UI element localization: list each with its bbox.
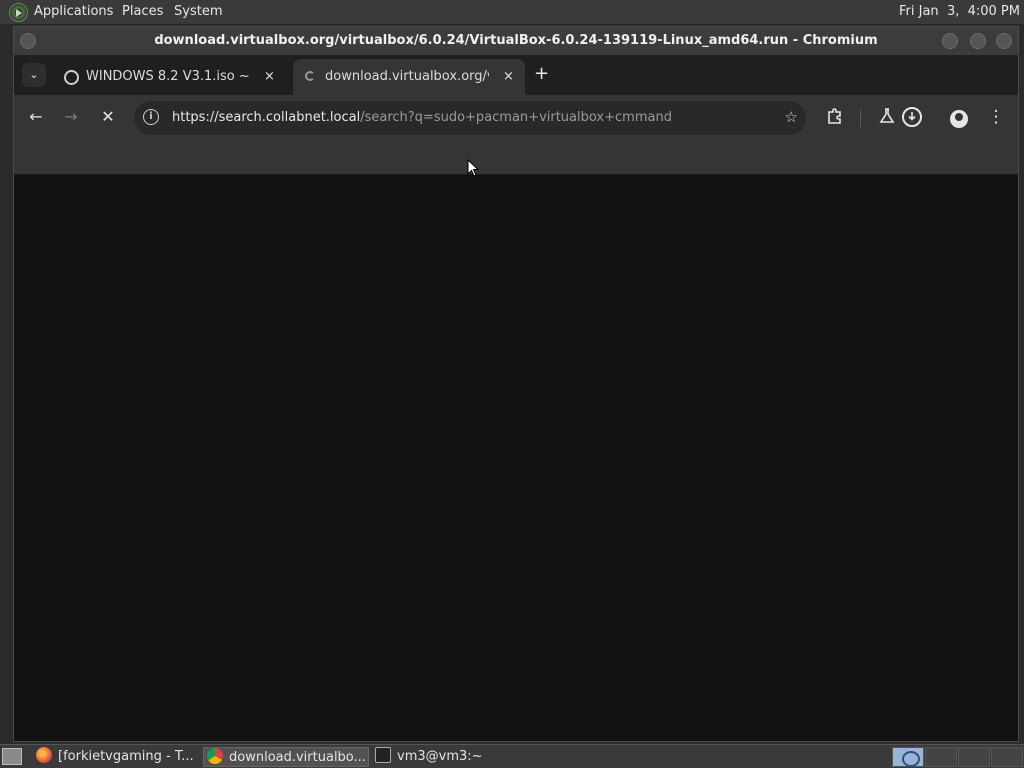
close-window-icon[interactable]	[996, 33, 1012, 49]
top-panel: Applications Places System Fri Jan 3, 4:…	[0, 0, 1024, 24]
chromium-icon	[207, 748, 223, 764]
task-terminal[interactable]: vm3@vm3:~	[375, 747, 535, 767]
maximize-icon[interactable]	[970, 33, 986, 49]
workspace-3[interactable]	[958, 747, 990, 767]
menu-button[interactable]: ⋮	[985, 107, 1007, 127]
new-tab-button[interactable]: +	[534, 63, 549, 84]
minimize-icon[interactable]	[942, 33, 958, 49]
tab-virtualbox-download[interactable]: download.virtualbox.org/virtualbox ×	[293, 59, 525, 95]
desktop: Applications Places System Fri Jan 3, 4:…	[0, 0, 1024, 768]
firefox-icon	[36, 747, 52, 763]
close-tab-icon[interactable]: ×	[264, 69, 275, 84]
show-desktop-icon[interactable]	[2, 748, 22, 765]
browser-window: download.virtualbox.org/virtualbox/6.0.2…	[13, 26, 1019, 742]
workspace-2[interactable]	[925, 747, 957, 767]
taskbar: [forkietvgaming - T... download.virtualb…	[0, 744, 1024, 768]
tab-search-icon[interactable]: ⌄	[22, 63, 46, 87]
workspace-1[interactable]	[892, 747, 924, 767]
task-label: [forkietvgaming - T...	[58, 749, 194, 764]
tab-label: WINDOWS 8.2 V3.1.iso ~ pixeldrain	[86, 69, 254, 84]
task-label: download.virtualbo...	[229, 750, 366, 765]
window-menu-icon[interactable]	[20, 33, 36, 49]
terminal-icon	[375, 747, 391, 763]
site-info-icon[interactable]: i	[143, 109, 159, 125]
globe-icon	[64, 70, 79, 85]
task-firefox[interactable]: [forkietvgaming - T...	[36, 747, 198, 767]
workspace-4[interactable]	[991, 747, 1023, 767]
page-content[interactable]	[14, 176, 1018, 741]
tab-strip: ⌄ WINDOWS 8.2 V3.1.iso ~ pixeldrain × do…	[14, 55, 1018, 95]
tab-label: download.virtualbox.org/virtualbox	[325, 69, 489, 84]
system-menu[interactable]: System	[174, 4, 222, 19]
browser-toolbar: ← → ✕ i https://search.collabnet.local/s…	[14, 95, 1018, 141]
distro-logo-icon[interactable]	[9, 3, 28, 22]
bookmark-star-icon[interactable]: ☆	[785, 108, 798, 126]
forward-button[interactable]: →	[61, 107, 81, 126]
bookmarks-bar	[14, 141, 1018, 175]
task-label: vm3@vm3:~	[397, 749, 483, 764]
url-text[interactable]: https://search.collabnet.local/search?q=…	[172, 110, 672, 125]
window-title: download.virtualbox.org/virtualbox/6.0.2…	[154, 33, 878, 48]
mouse-cursor-icon	[467, 158, 480, 181]
address-bar[interactable]: i https://search.collabnet.local/search?…	[134, 101, 806, 135]
profile-icon[interactable]	[950, 110, 968, 128]
close-tab-icon[interactable]: ×	[503, 69, 514, 84]
url-path: /search?q=sudo+pacman+virtualbox+cmmand	[360, 110, 672, 125]
clock[interactable]: Fri Jan 3, 4:00 PM	[899, 4, 1020, 19]
toolbar-separator	[860, 109, 861, 127]
back-button[interactable]: ←	[26, 107, 46, 126]
loading-icon	[305, 71, 315, 81]
window-titlebar[interactable]: download.virtualbox.org/virtualbox/6.0.2…	[14, 27, 1018, 55]
stop-loading-button[interactable]: ✕	[98, 107, 118, 126]
applications-menu[interactable]: Applications	[34, 4, 113, 19]
tab-pixeldrain[interactable]: WINDOWS 8.2 V3.1.iso ~ pixeldrain ×	[54, 59, 286, 95]
flask-icon[interactable]	[876, 107, 898, 129]
download-icon[interactable]	[902, 107, 922, 127]
places-menu[interactable]: Places	[122, 4, 163, 19]
task-chromium[interactable]: download.virtualbo...	[203, 747, 369, 767]
url-host: https://search.collabnet.local	[172, 110, 361, 125]
extensions-icon[interactable]	[824, 107, 846, 129]
